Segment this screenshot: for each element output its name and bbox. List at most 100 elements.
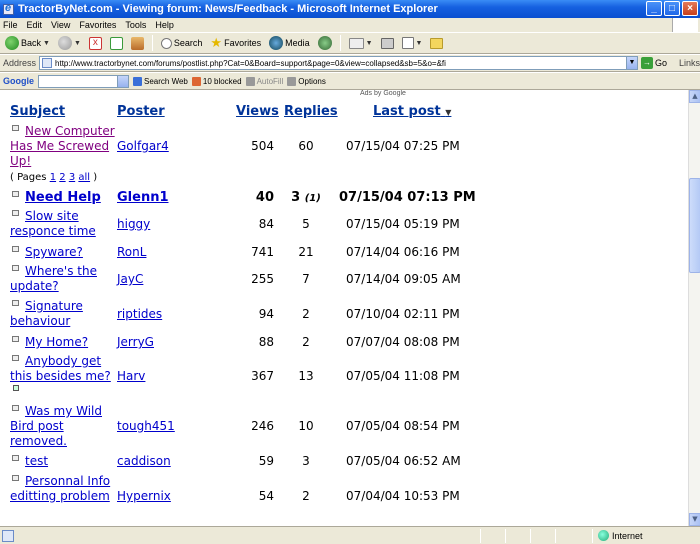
column-header-poster[interactable]: Poster <box>117 104 165 119</box>
google-search-input[interactable] <box>38 74 118 88</box>
topic-link[interactable]: Signature behaviour <box>10 299 83 328</box>
close-button[interactable]: × <box>682 1 698 16</box>
topic-last-post: 07/04/04 10:53 PM <box>346 489 460 503</box>
chevron-down-icon[interactable]: ▼ <box>43 40 50 47</box>
poster-link[interactable]: Glenn1 <box>117 190 169 205</box>
chevron-down-icon[interactable]: ▼ <box>74 40 81 47</box>
column-header-subject[interactable]: Subject <box>10 104 65 119</box>
page-icon <box>42 58 53 68</box>
poster-link[interactable]: higgy <box>117 217 150 231</box>
favorites-button[interactable]: ★ Favorites <box>208 34 263 52</box>
stop-button[interactable] <box>87 34 104 52</box>
status-separator <box>480 529 481 543</box>
attachment-icon <box>13 385 19 391</box>
google-logo[interactable]: Google <box>3 76 34 86</box>
folder-button[interactable] <box>428 34 445 52</box>
autofill-button[interactable]: AutoFill <box>245 76 283 86</box>
menu-file[interactable]: File <box>3 20 18 30</box>
google-search-dropdown[interactable] <box>117 74 129 88</box>
chevron-down-icon[interactable]: ▼ <box>366 40 373 47</box>
scroll-thumb[interactable] <box>689 178 700 273</box>
refresh-icon <box>109 36 123 50</box>
topic-link[interactable]: Was my Wild Bird post removed. <box>10 404 102 448</box>
address-dropdown-button[interactable]: ▼ <box>626 56 638 70</box>
go-button[interactable]: → Go <box>640 57 667 69</box>
status-bar: Internet <box>0 526 700 544</box>
address-input[interactable]: http://www.tractorbynet.com/forums/postl… <box>39 56 627 70</box>
menu-edit[interactable]: Edit <box>27 20 43 30</box>
topic-subject: Need Help <box>10 190 115 205</box>
search-icon <box>160 37 172 49</box>
topic-views: 246 <box>251 419 274 433</box>
topic-link[interactable]: Spyware? <box>25 245 83 259</box>
poster-link[interactable]: RonL <box>117 245 146 259</box>
topic-link[interactable]: test <box>25 454 48 468</box>
column-header-last-post[interactable]: Last post ▼ <box>373 104 451 119</box>
page-link-1[interactable]: 1 <box>50 172 56 183</box>
options-icon <box>287 76 297 86</box>
refresh-button[interactable] <box>108 34 125 52</box>
address-label: Address <box>3 58 37 68</box>
topic-icon <box>12 246 19 252</box>
poster-link[interactable]: tough451 <box>117 419 175 433</box>
mail-icon <box>348 37 364 49</box>
poster-link[interactable]: caddison <box>117 454 171 468</box>
menu-favorites[interactable]: Favorites <box>79 20 116 30</box>
poster-link[interactable]: riptides <box>117 307 162 321</box>
search-button[interactable]: Search <box>159 34 205 52</box>
title-bar: TractorByNet.com - Viewing forum: News/F… <box>0 0 700 18</box>
topic-link[interactable]: Slow site responce time <box>10 209 96 238</box>
poster-link[interactable]: Hypernix <box>117 489 171 503</box>
media-button[interactable]: Media <box>267 34 312 52</box>
topic-icon <box>12 191 19 197</box>
topic-link[interactable]: Need Help <box>25 190 101 205</box>
topic-last-post: 07/15/04 05:19 PM <box>346 217 460 231</box>
topic-link[interactable]: Where's the update? <box>10 264 97 293</box>
poster-link[interactable]: Golfgar4 <box>117 139 169 153</box>
edit-icon <box>401 37 414 49</box>
topic-last-post: 07/14/04 06:16 PM <box>346 245 460 259</box>
media-icon <box>269 36 284 50</box>
topic-poster: Hypernix <box>117 489 171 503</box>
vertical-scrollbar[interactable]: ▲ ▼ <box>688 90 700 526</box>
forward-button[interactable]: ▼ <box>56 34 83 52</box>
scroll-up-button[interactable]: ▲ <box>689 90 700 103</box>
poster-link[interactable]: JerryG <box>117 335 154 349</box>
chevron-down-icon[interactable]: ▼ <box>416 40 423 47</box>
topic-link[interactable]: My Home? <box>25 335 88 349</box>
back-button[interactable]: Back ▼ <box>3 34 52 52</box>
column-header-replies[interactable]: Replies <box>284 104 338 119</box>
topic-icon <box>12 300 19 306</box>
topic-views: 741 <box>251 245 274 259</box>
edit-button[interactable]: ▼ <box>400 34 425 52</box>
topic-link[interactable]: New Computer Has Me Screwed Up! <box>10 124 115 168</box>
menu-help[interactable]: Help <box>155 20 174 30</box>
print-button[interactable] <box>379 34 396 52</box>
options-button[interactable]: Options <box>287 76 326 86</box>
topic-subject: New Computer Has Me Screwed Up! <box>10 124 115 169</box>
page-link-all[interactable]: all <box>78 172 90 183</box>
mail-button[interactable]: ▼ <box>347 34 375 52</box>
poster-link[interactable]: Harv <box>117 369 145 383</box>
maximize-button[interactable]: □ <box>664 1 680 16</box>
history-icon <box>317 36 332 50</box>
search-web-button[interactable]: Search Web <box>133 76 188 86</box>
topic-link[interactable]: Personnal Info editting problem <box>10 474 110 503</box>
home-button[interactable] <box>129 34 146 52</box>
page-links: ( Pages 1 2 3 all ) <box>10 172 98 183</box>
menu-tools[interactable]: Tools <box>125 20 146 30</box>
history-button[interactable] <box>316 34 334 52</box>
column-header-views[interactable]: Views <box>236 104 279 119</box>
popup-blocker-button[interactable]: 10 blocked <box>191 76 242 86</box>
page-link-3[interactable]: 3 <box>69 172 75 183</box>
minimize-button[interactable]: _ <box>646 1 662 16</box>
topic-link[interactable]: Anybody get this besides me? <box>10 354 111 383</box>
page-link-2[interactable]: 2 <box>59 172 65 183</box>
poster-link[interactable]: JayC <box>117 272 143 286</box>
topic-views: 59 <box>258 454 274 468</box>
menu-view[interactable]: View <box>51 20 70 30</box>
topic-icon <box>12 265 19 271</box>
scroll-down-button[interactable]: ▼ <box>689 513 700 526</box>
ads-label[interactable]: Ads by Google <box>360 90 406 97</box>
links-button[interactable]: Links <box>679 58 700 68</box>
